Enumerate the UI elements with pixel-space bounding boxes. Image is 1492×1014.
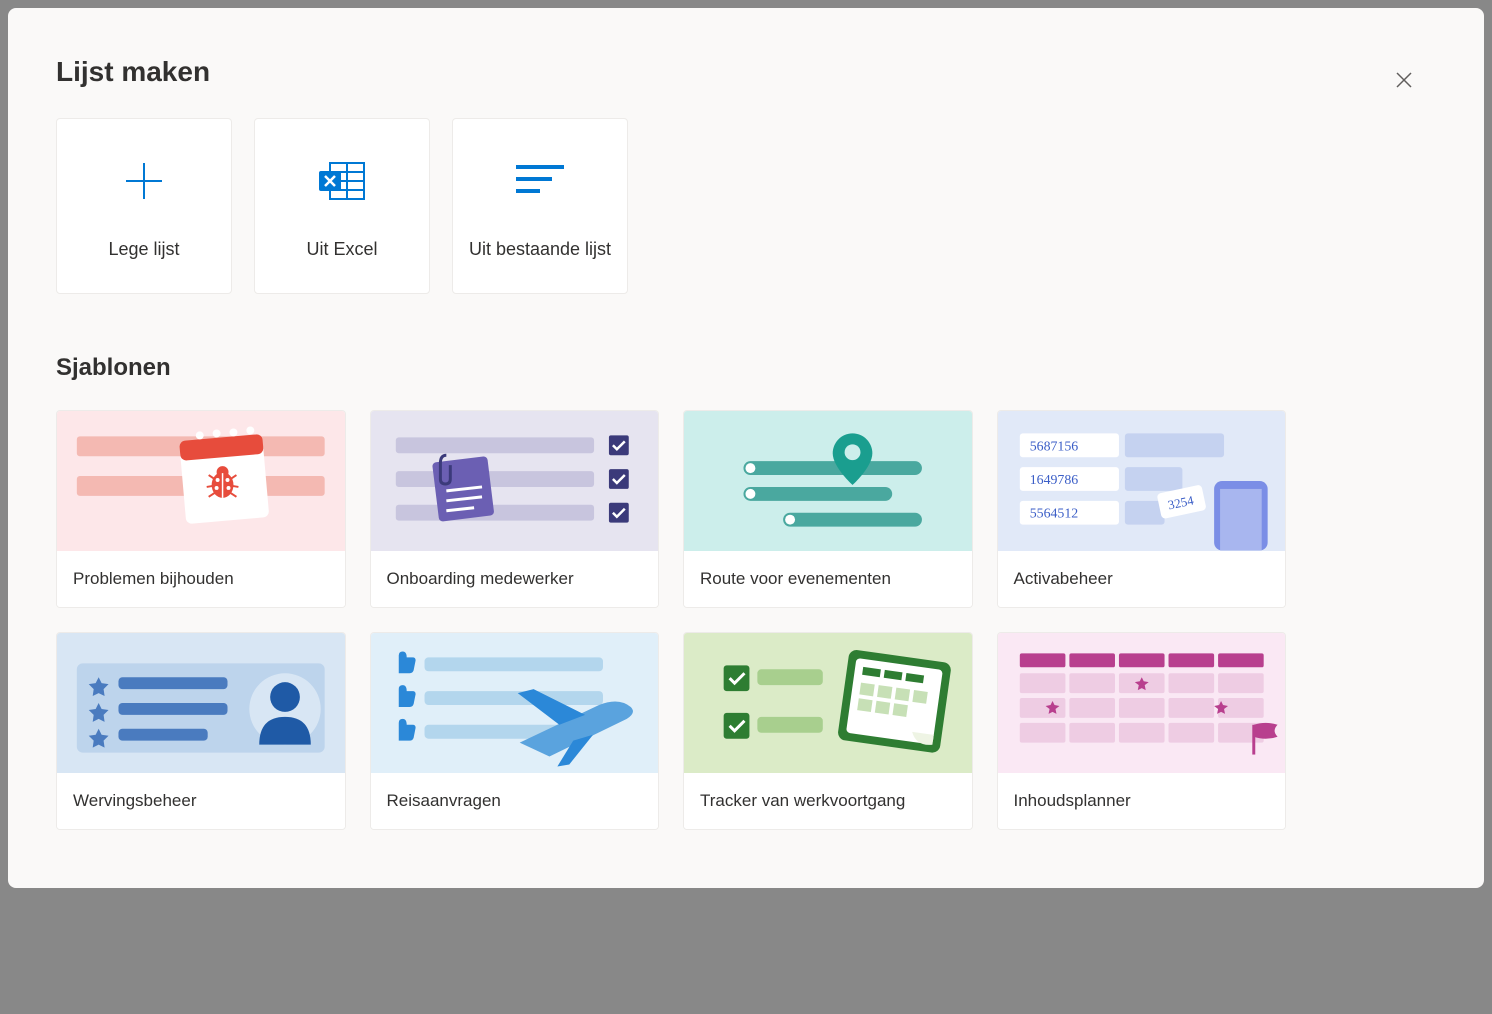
calendar-icon: [837, 649, 952, 754]
template-event-itinerary[interactable]: Route voor evenementen: [683, 410, 973, 608]
template-label: Reisaanvragen: [371, 773, 659, 829]
from-excel-label: Uit Excel: [306, 239, 377, 260]
svg-text:5564512: 5564512: [1029, 507, 1078, 522]
person-icon: [249, 673, 320, 744]
template-issue-tracker[interactable]: Problemen bijhouden: [56, 410, 346, 608]
recruit-thumb: [57, 633, 345, 773]
asset-thumb: 5687156 1649786 5564512 3254: [998, 411, 1286, 551]
template-content-scheduler[interactable]: Inhoudsplanner: [997, 632, 1287, 830]
template-label: Route voor evenementen: [684, 551, 972, 607]
map-pin-icon: [833, 433, 873, 485]
from-existing-label: Uit bestaande lijst: [469, 239, 611, 260]
create-list-dialog: Lijst maken Lege lijst: [8, 8, 1484, 888]
close-button[interactable]: [1392, 68, 1416, 92]
template-work-progress[interactable]: Tracker van werkvoortgang: [683, 632, 973, 830]
from-existing-card[interactable]: Uit bestaande lijst: [452, 118, 628, 294]
from-excel-card[interactable]: Uit Excel: [254, 118, 430, 294]
template-asset-manager[interactable]: 5687156 1649786 5564512 3254: [997, 410, 1287, 608]
progress-thumb: [684, 633, 972, 773]
svg-text:5687156: 5687156: [1029, 439, 1078, 454]
dialog-title: Lijst maken: [56, 56, 1436, 88]
create-options-row: Lege lijst Uit Excel: [56, 118, 1436, 294]
template-label: Wervingsbeheer: [57, 773, 345, 829]
template-label: Tracker van werkvoortgang: [684, 773, 972, 829]
svg-text:1649786: 1649786: [1029, 473, 1078, 488]
plus-icon: [122, 159, 166, 203]
templates-heading: Sjablonen: [56, 354, 1436, 382]
template-employee-onboarding[interactable]: Onboarding medewerker: [370, 410, 660, 608]
template-travel-requests[interactable]: Reisaanvragen: [370, 632, 660, 830]
content-thumb: [998, 633, 1286, 773]
onboarding-thumb: [371, 411, 659, 551]
list-icon: [516, 165, 564, 197]
blank-list-label: Lege lijst: [108, 239, 179, 260]
blank-list-card[interactable]: Lege lijst: [56, 118, 232, 294]
excel-icon: [317, 159, 367, 203]
issue-tracker-thumb: [57, 411, 345, 551]
close-icon: [1396, 72, 1412, 88]
template-label: Onboarding medewerker: [371, 551, 659, 607]
template-label: Problemen bijhouden: [57, 551, 345, 607]
template-label: Inhoudsplanner: [998, 773, 1286, 829]
event-thumb: [684, 411, 972, 551]
template-grid: Problemen bijhouden: [56, 410, 1286, 830]
template-recruitment-tracker[interactable]: Wervingsbeheer: [56, 632, 346, 830]
travel-thumb: [371, 633, 659, 773]
thumbs-up-icon: [398, 651, 415, 673]
template-label: Activabeheer: [998, 551, 1286, 607]
